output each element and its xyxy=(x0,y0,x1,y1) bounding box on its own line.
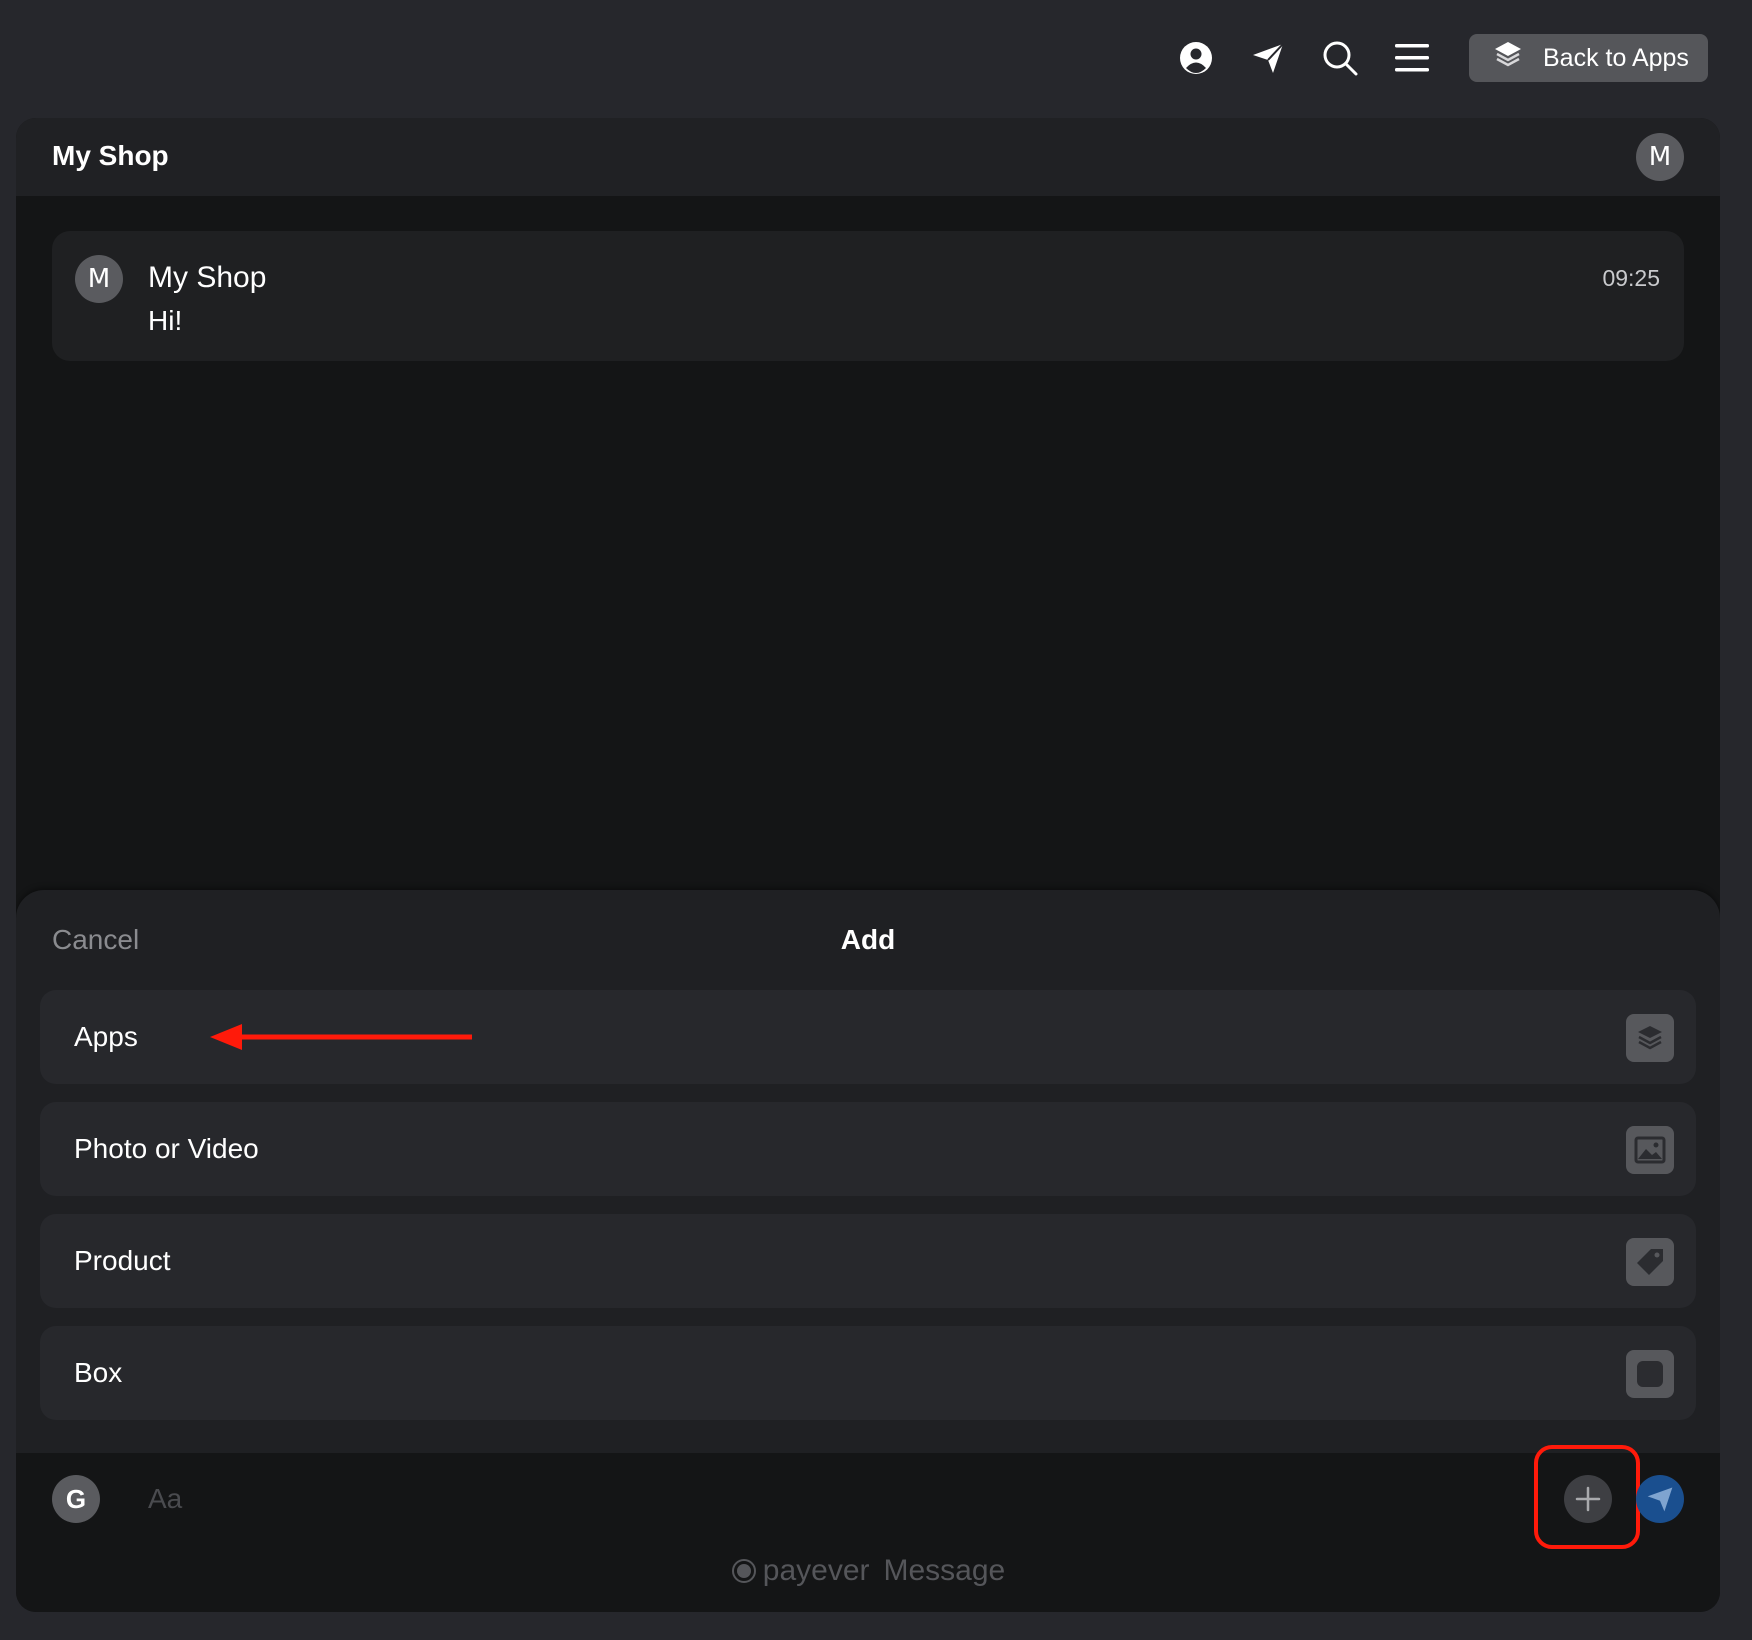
message-avatar: M xyxy=(75,255,123,303)
add-item-label: Photo or Video xyxy=(74,1133,259,1164)
message-time: 09:25 xyxy=(1602,265,1660,291)
branding: payever Message xyxy=(16,1554,1720,1588)
tag-icon xyxy=(1626,1238,1674,1286)
menu-icon[interactable] xyxy=(1388,34,1436,82)
search-icon[interactable] xyxy=(1316,34,1364,82)
brand-name: payever xyxy=(762,1554,870,1587)
add-item-label: Product xyxy=(74,1245,171,1276)
add-item-photo-video[interactable]: Photo or Video xyxy=(40,1102,1696,1196)
add-item-label: Box xyxy=(74,1357,123,1388)
composer: G payever Message xyxy=(16,1445,1720,1612)
message-card[interactable]: M My Shop Hi! 09:25 xyxy=(52,231,1684,361)
add-item-product[interactable]: Product xyxy=(40,1214,1696,1308)
message-sender: My Shop xyxy=(148,261,267,294)
send-plane-icon xyxy=(1647,1487,1673,1512)
brand-suffix: Message xyxy=(883,1554,1006,1587)
payever-logo-icon xyxy=(731,1559,756,1583)
add-item-box[interactable]: Box xyxy=(40,1326,1696,1420)
back-to-apps-button[interactable]: Back to Apps xyxy=(1469,34,1708,82)
message-text: Hi! xyxy=(148,305,183,336)
chat-title: My Shop xyxy=(52,140,169,171)
image-icon xyxy=(1626,1126,1674,1174)
add-item-apps[interactable]: Apps xyxy=(40,990,1696,1084)
back-to-apps-label: Back to Apps xyxy=(1543,43,1689,72)
add-attachment-button[interactable] xyxy=(1564,1475,1612,1523)
box-icon xyxy=(1626,1350,1674,1398)
send-plane-icon[interactable] xyxy=(1244,34,1292,82)
account-icon[interactable] xyxy=(1172,34,1220,82)
chat-header: My Shop M xyxy=(16,118,1720,196)
cancel-button[interactable]: Cancel xyxy=(52,924,139,956)
annotation-arrow-icon xyxy=(210,1024,472,1050)
plus-icon xyxy=(1575,1486,1601,1512)
add-item-label: Apps xyxy=(74,1021,138,1052)
sheet-title: Add xyxy=(840,924,896,955)
message-input[interactable] xyxy=(146,1475,1346,1523)
chat-window: My Shop M M My Shop Hi! 09:25 Add Cancel… xyxy=(16,118,1720,1612)
layers-icon xyxy=(1626,1014,1674,1062)
header-avatar[interactable]: M xyxy=(1636,133,1684,181)
send-button[interactable] xyxy=(1636,1475,1684,1523)
top-bar: Back to Apps xyxy=(0,0,1752,116)
user-avatar[interactable]: G xyxy=(52,1475,100,1523)
layers-icon xyxy=(1493,40,1523,77)
add-sheet: Add Cancel Apps Photo or Video Product B… xyxy=(16,890,1720,1453)
